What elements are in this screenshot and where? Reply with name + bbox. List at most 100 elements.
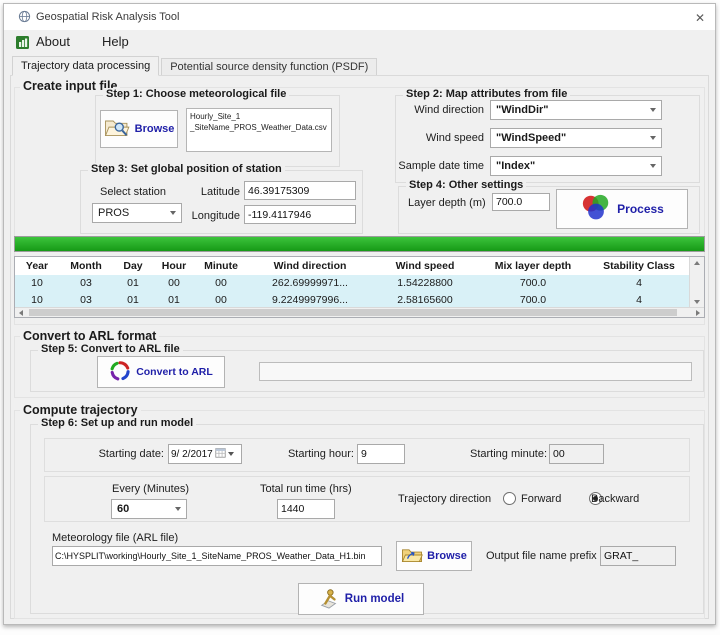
wind-direction-label: Wind direction (394, 104, 484, 116)
total-run-time-input[interactable] (277, 499, 335, 519)
step2-title: Step 2: Map attributes from file (403, 88, 570, 100)
scrollbar-thumb[interactable] (29, 309, 677, 316)
starting-minute-input[interactable] (549, 444, 604, 464)
starting-hour-label: Starting hour: (286, 448, 354, 460)
column-header[interactable]: Month (59, 257, 113, 275)
tab-psdf[interactable]: Potential source density function (PSDF) (161, 58, 377, 76)
met-file-name-line1: Hourly_Site_1 (190, 111, 328, 122)
column-header[interactable]: Year (15, 257, 59, 275)
chevron-down-icon (650, 136, 656, 140)
layer-depth-input[interactable] (492, 193, 550, 211)
table-header-row: Year Month Day Hour Minute Wind directio… (15, 257, 704, 275)
title-bar: Geospatial Risk Analysis Tool ✕ (4, 4, 715, 30)
scroll-left-icon[interactable] (19, 310, 23, 316)
met-arl-file-label: Meteorology file (ARL file) (52, 532, 178, 544)
folder-search-icon (104, 117, 130, 141)
create-progress-bar (14, 236, 705, 252)
longitude-input[interactable] (244, 205, 356, 224)
table-vertical-scrollbar[interactable] (689, 257, 704, 308)
wind-speed-value: "WindSpeed" (496, 132, 566, 144)
tab-trajectory-data-processing[interactable]: Trajectory data processing (12, 56, 159, 76)
chevron-down-icon (650, 164, 656, 168)
column-header[interactable]: Mix layer depth (477, 257, 589, 275)
step6-title: Step 6: Set up and run model (38, 417, 196, 429)
tab-strip: Trajectory data processingPotential sour… (12, 56, 377, 76)
every-minutes-value: 60 (117, 503, 129, 515)
station-select[interactable]: PROS (92, 203, 182, 223)
chevron-down-icon (175, 507, 181, 511)
latitude-label: Latitude (190, 186, 240, 198)
chevron-down-icon (170, 211, 176, 215)
forward-radio[interactable] (503, 492, 516, 505)
met-file-name-line2: _SiteName_PROS_Weather_Data.csv (190, 122, 328, 133)
process-label: Process (617, 202, 664, 216)
sample-date-time-select[interactable]: "Index" (490, 156, 662, 176)
cell-minute: 00 (195, 275, 247, 292)
longitude-label: Longitude (184, 210, 240, 222)
menu-about[interactable]: About (36, 34, 70, 49)
layer-depth-label: Layer depth (m) (408, 197, 486, 209)
wind-speed-label: Wind speed (394, 132, 484, 144)
output-prefix-label: Output file name prefix (486, 550, 597, 562)
column-header[interactable]: Minute (195, 257, 247, 275)
total-run-time-label: Total run time (hrs) (260, 483, 352, 495)
browse-arl-file-button[interactable]: Browse (396, 541, 472, 571)
browse-met-file-label: Browse (135, 123, 175, 135)
convert-title: Convert to ARL format (20, 329, 159, 343)
met-arl-file-input[interactable] (52, 546, 382, 566)
step3-title: Step 3: Set global position of station (88, 163, 285, 175)
wind-direction-value: "WindDir" (496, 104, 549, 116)
starting-hour-input[interactable] (357, 444, 405, 464)
starting-date-picker[interactable]: 9/ 2/2017 (168, 444, 242, 464)
app-globe-icon (18, 10, 31, 26)
run-model-label: Run model (345, 593, 404, 605)
folder-arrow-icon (401, 546, 423, 567)
process-button[interactable]: Process (556, 189, 688, 229)
menu-help[interactable]: Help (102, 34, 129, 49)
column-header[interactable]: Stability Class (589, 257, 689, 275)
table-row[interactable]: 10 03 01 00 00 262.69999971... 1.5422880… (15, 275, 704, 292)
wind-direction-select[interactable]: "WindDir" (490, 100, 662, 120)
weather-data-table: Year Month Day Hour Minute Wind directio… (14, 256, 705, 318)
backward-radio-label: Backward (591, 493, 639, 505)
every-minutes-select[interactable]: 60 (111, 499, 187, 519)
wind-speed-select[interactable]: "WindSpeed" (490, 128, 662, 148)
cell-hour: 00 (153, 275, 195, 292)
rgb-circles-icon (580, 194, 612, 225)
forward-radio-label: Forward (521, 493, 561, 505)
scroll-right-icon[interactable] (696, 310, 700, 316)
scroll-down-icon[interactable] (694, 300, 700, 304)
cell-day: 01 (113, 275, 153, 292)
cell-wind-speed: 1.54228800 (373, 275, 477, 292)
browse-met-file-button[interactable]: Browse (100, 110, 178, 148)
cell-year: 10 (15, 275, 59, 292)
browse-arl-file-label: Browse (427, 550, 467, 562)
cell-stability-class: 4 (589, 275, 689, 292)
window-title: Geospatial Risk Analysis Tool (36, 11, 179, 23)
run-model-button[interactable]: Run model (298, 583, 424, 615)
trajectory-direction-label: Trajectory direction (398, 493, 491, 505)
close-button[interactable]: ✕ (690, 9, 710, 27)
table-horizontal-scrollbar[interactable] (15, 307, 704, 317)
cell-mix-layer-depth: 700.0 (477, 275, 589, 292)
calendar-icon (215, 447, 226, 461)
scroll-up-icon[interactable] (694, 261, 700, 265)
column-header[interactable]: Wind speed (373, 257, 477, 275)
met-file-name-display: Hourly_Site_1 _SiteName_PROS_Weather_Dat… (186, 108, 332, 152)
every-minutes-label: Every (Minutes) (112, 483, 189, 495)
color-cycle-icon (109, 360, 131, 385)
column-header[interactable]: Day (113, 257, 153, 275)
convert-to-arl-button[interactable]: Convert to ARL (97, 356, 225, 388)
select-station-label: Select station (100, 186, 166, 198)
output-prefix-input[interactable] (600, 546, 676, 566)
starting-date-label: Starting date: (92, 448, 164, 460)
convert-to-arl-label: Convert to ARL (136, 366, 213, 378)
cell-month: 03 (59, 275, 113, 292)
step1-title: Step 1: Choose meteorological file (103, 88, 289, 100)
step3-groupbox (80, 170, 363, 234)
column-header[interactable]: Hour (153, 257, 195, 275)
station-value: PROS (98, 207, 129, 219)
column-header[interactable]: Wind direction (247, 257, 373, 275)
latitude-input[interactable] (244, 181, 356, 200)
chevron-down-icon (650, 108, 656, 112)
